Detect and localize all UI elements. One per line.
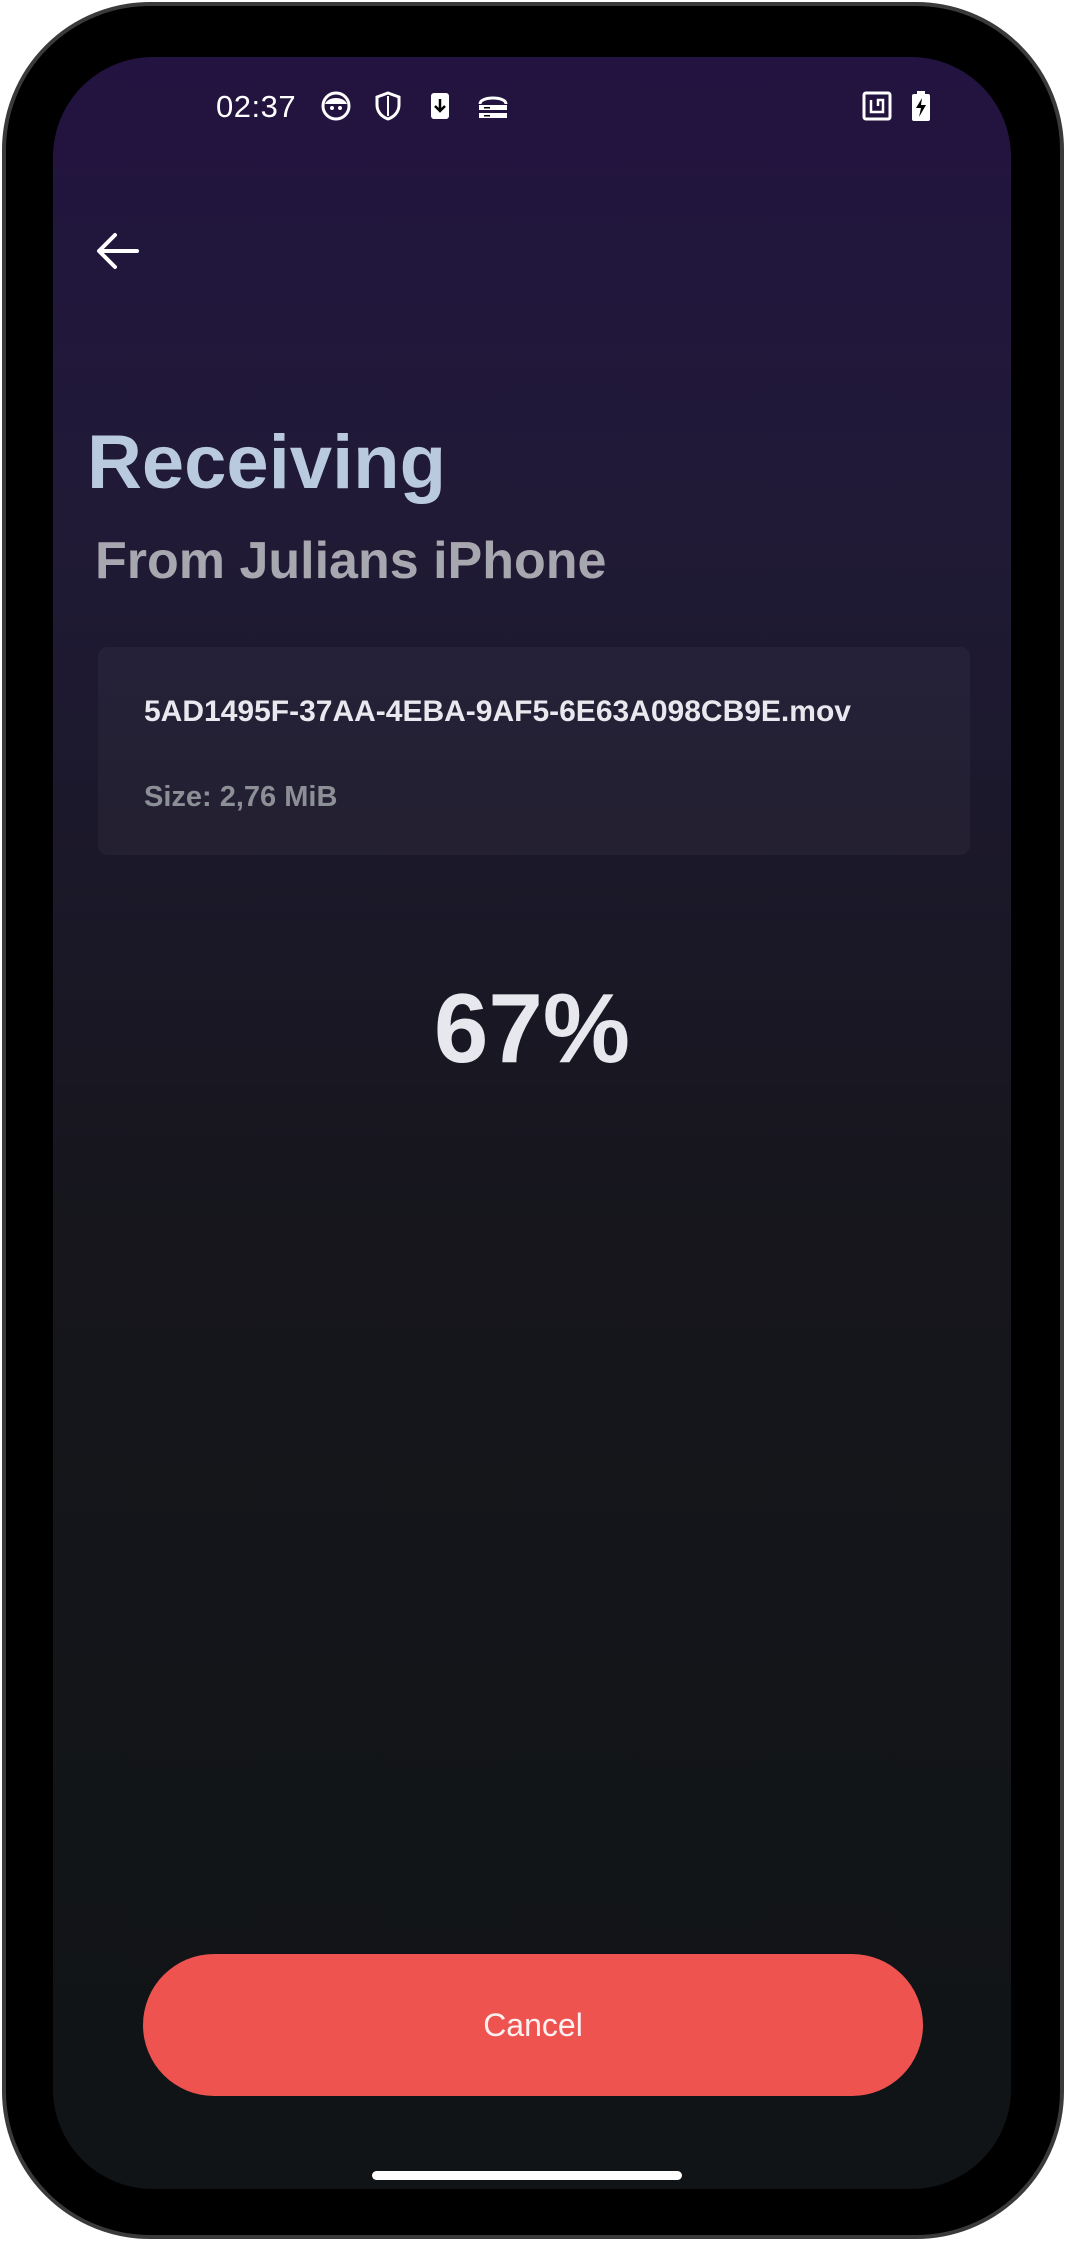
cancel-button[interactable]: Cancel	[143, 1954, 923, 2096]
phone-frame: 02:37 Receiving From Julians iPhone 5AD1…	[0, 0, 1068, 2243]
shield-icon	[372, 90, 404, 122]
home-indicator[interactable]	[372, 2171, 682, 2180]
file-name: 5AD1495F-37AA-4EBA-9AF5-6E63A098CB9E.mov	[144, 695, 851, 728]
progress-percentage: 67%	[433, 973, 631, 1083]
file-size: Size: 2,76 MiB	[144, 781, 338, 813]
status-bar: 02:37	[53, 57, 1011, 157]
arrow-left-icon	[95, 232, 139, 275]
sender-subtitle: From Julians iPhone	[95, 532, 607, 590]
nfc-icon	[861, 90, 893, 122]
face-icon	[320, 90, 352, 122]
app-screen: 02:37 Receiving From Julians iPhone 5AD1…	[53, 57, 1011, 2189]
battery-charging-icon	[910, 90, 942, 122]
status-time: 02:37	[216, 89, 297, 124]
server-icon	[476, 90, 508, 122]
page-title: Receiving	[87, 420, 447, 505]
back-button[interactable]	[81, 217, 153, 289]
file-card: 5AD1495F-37AA-4EBA-9AF5-6E63A098CB9E.mov…	[98, 647, 970, 855]
download-icon	[424, 90, 456, 122]
